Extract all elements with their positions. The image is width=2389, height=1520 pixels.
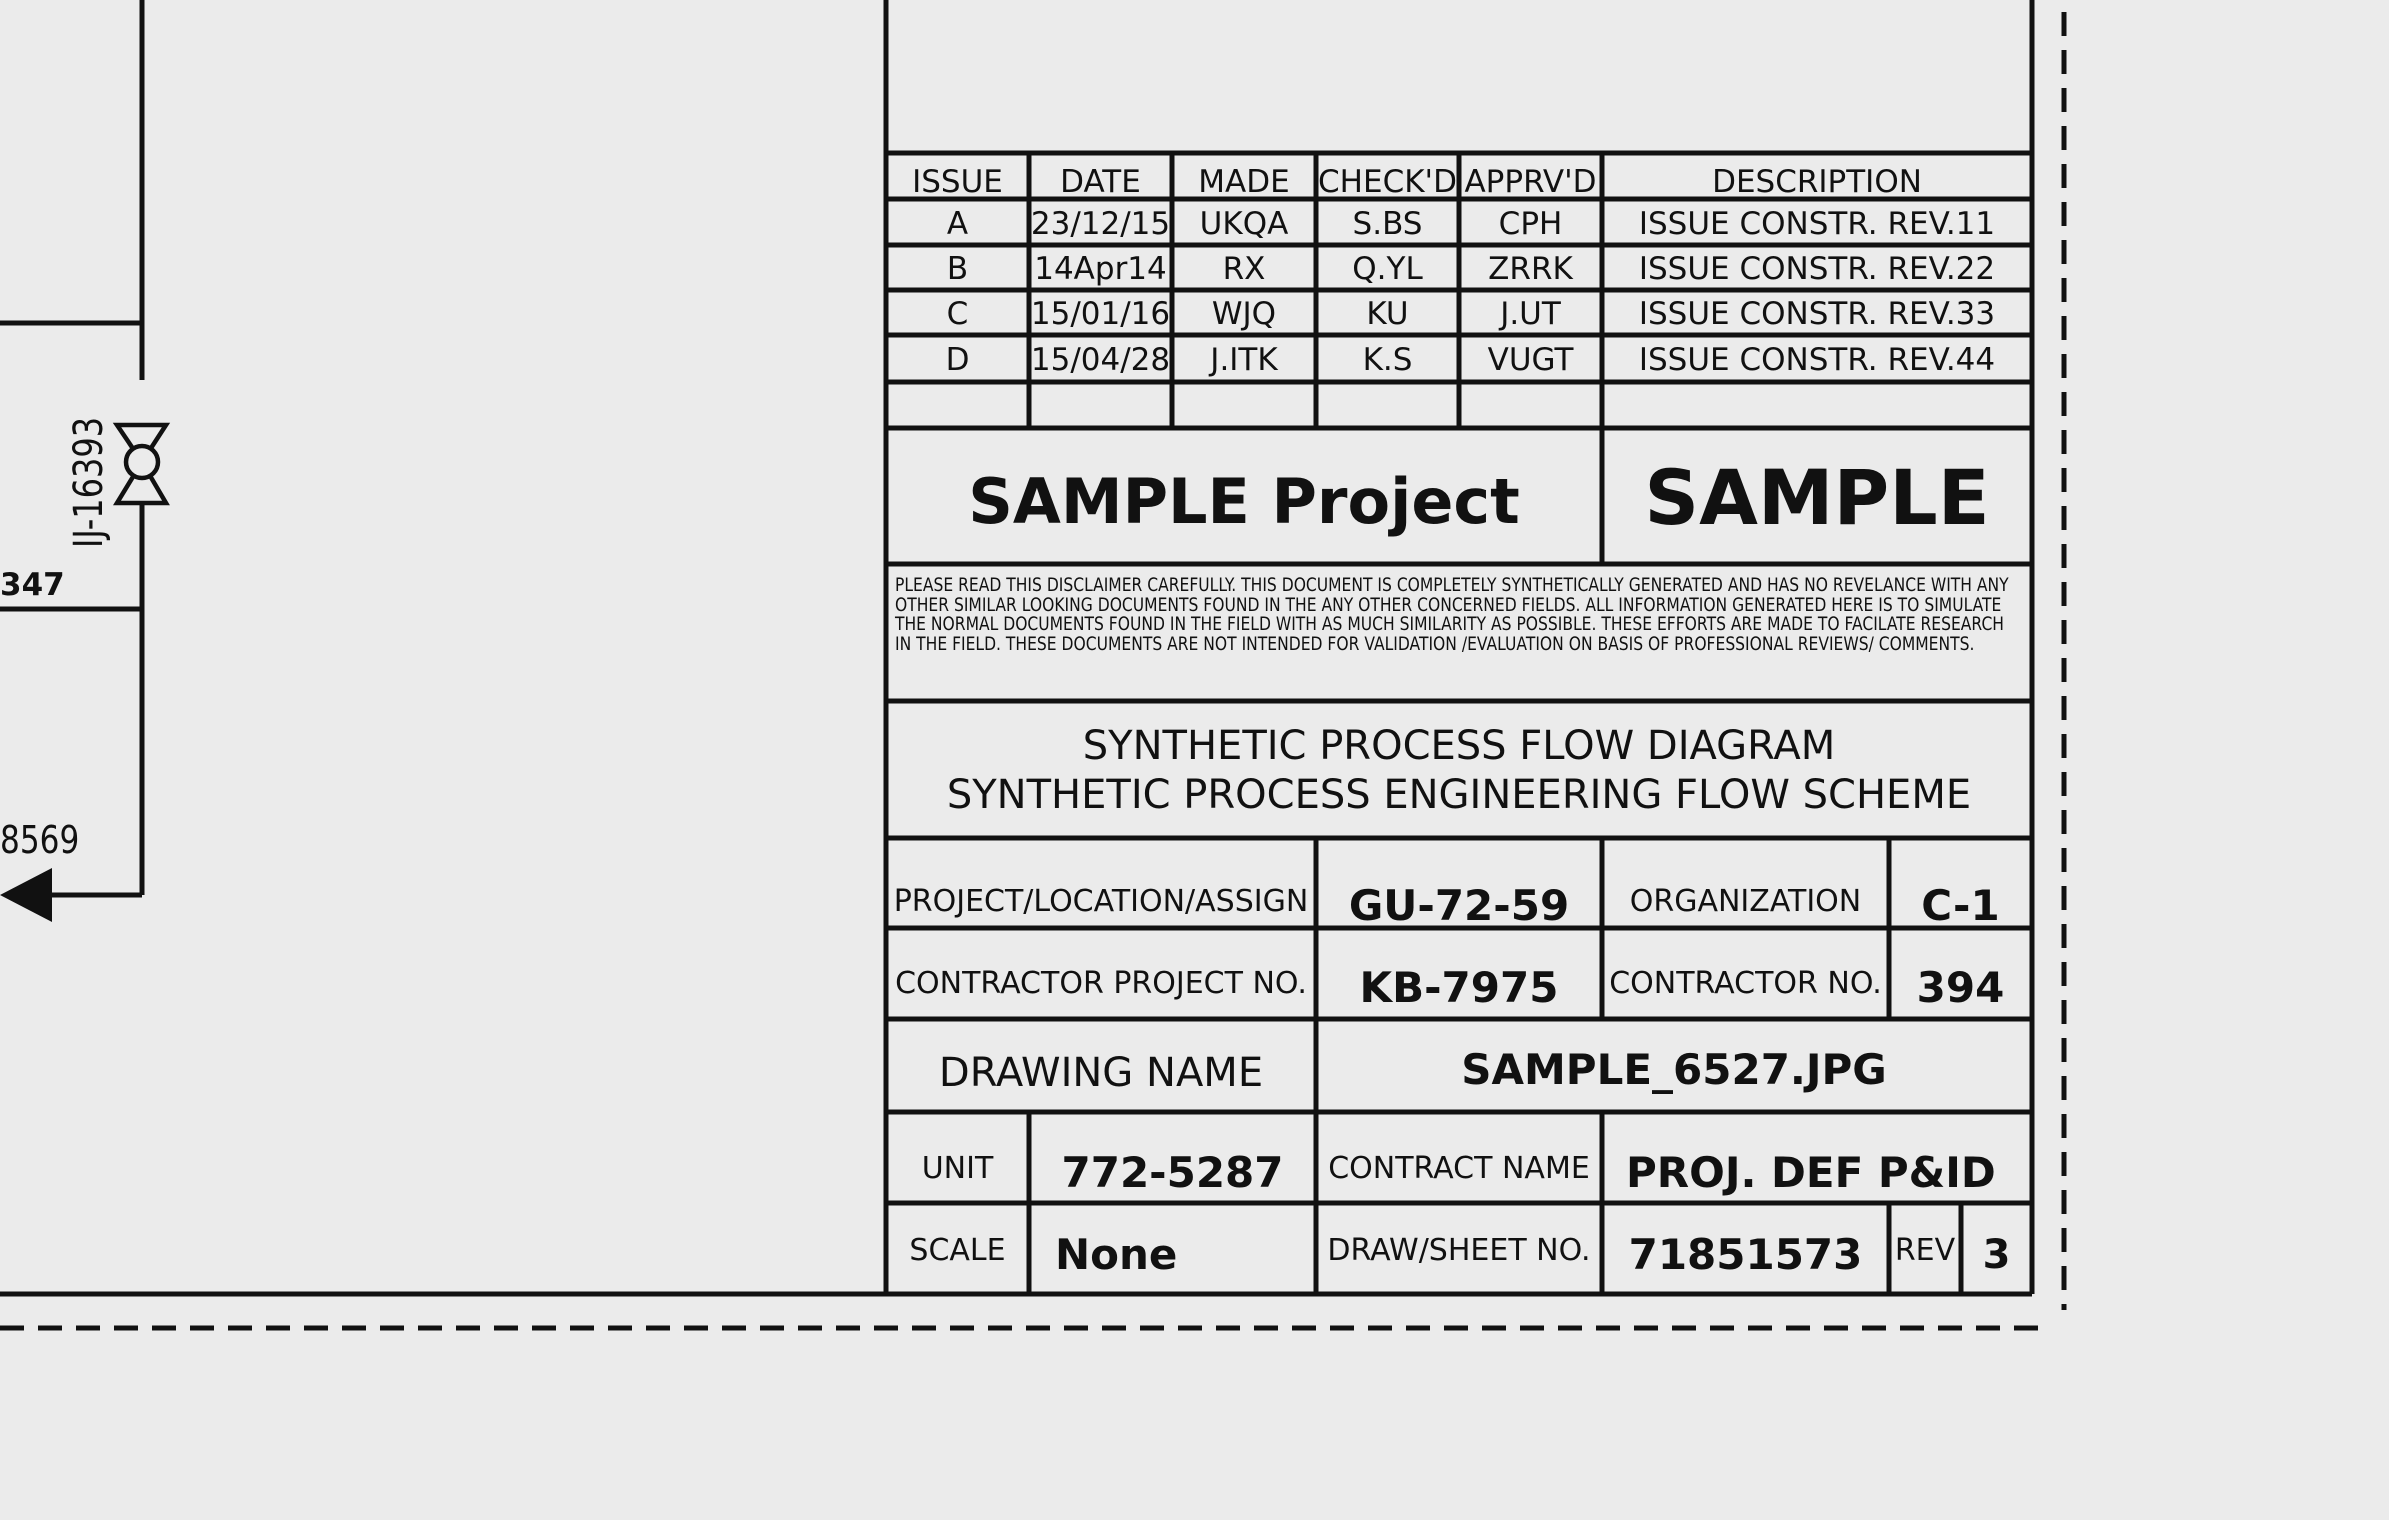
disclaimer-text: PLEASE READ THIS DISCLAIMER CAREFULLY. T… [895, 575, 2009, 655]
rev-cell: ZRRK [1488, 251, 1573, 287]
unit-value: 772-5287 [1061, 1148, 1284, 1197]
rev-cell: ISSUE CONSTR. REV.44 [1638, 341, 1996, 378]
drawing-title-line-1: SYNTHETIC PROCESS FLOW DIAGRAM [1082, 723, 1836, 769]
rev-cell: Q.YL [1352, 251, 1423, 287]
company-name: SAMPLE [1644, 453, 1990, 542]
line-label: 347 [0, 567, 65, 603]
rev-cell: 15/01/16 [1030, 296, 1171, 332]
rev-cell: ISSUE CONSTR. REV.22 [1638, 251, 1996, 287]
flow-arrow-icon [0, 868, 52, 922]
rev-cell: UKQA [1199, 205, 1289, 242]
rev-header-checked: CHECK'D [1318, 163, 1457, 200]
rev-cell: ISSUE CONSTR. REV.11 [1638, 205, 1996, 242]
rev-cell: 23/12/15 [1030, 205, 1171, 242]
rev-cell: B [946, 251, 969, 287]
rev-cell: J.UT [1500, 296, 1561, 332]
rev-cell: C [946, 296, 969, 332]
project-location-value: GU-72-59 [1348, 881, 1570, 930]
line-label: 8569 [0, 818, 80, 862]
rev-cell: S.BS [1352, 205, 1423, 242]
contractor-project-value: KB-7975 [1359, 963, 1559, 1012]
rev-cell: VUGT [1487, 341, 1574, 378]
project-title: SAMPLE Project [968, 465, 1520, 538]
drawing-name-value: SAMPLE_6527.JPG [1461, 1045, 1887, 1094]
drawing-title-line-2: SYNTHETIC PROCESS ENGINEERING FLOW SCHEM… [946, 772, 1972, 818]
rev-cell: RX [1222, 251, 1266, 287]
contract-name-label: CONTRACT NAME [1328, 1151, 1590, 1186]
sheet-no-label: DRAW/SHEET NO. [1327, 1233, 1591, 1268]
rev-cell: J.ITK [1210, 341, 1278, 378]
sheet-no-value: 71851573 [1628, 1230, 1863, 1279]
rev-header-issue: ISSUE [912, 163, 1003, 200]
rev-cell: WJQ [1211, 296, 1277, 332]
rev-cell: D [945, 341, 970, 378]
valve-tag-label: IJ-16393 [66, 416, 112, 548]
contract-name-value: PROJ. DEF P&ID [1626, 1148, 1996, 1197]
rev-value: 3 [1982, 1232, 2011, 1278]
rev-cell: K.S [1362, 341, 1413, 378]
contractor-project-label: CONTRACTOR PROJECT NO. [895, 966, 1307, 1001]
gate-valve-icon [112, 422, 171, 506]
rev-header-made: MADE [1198, 163, 1290, 200]
rev-cell: A [946, 205, 969, 242]
scale-label: SCALE [909, 1233, 1006, 1268]
contractor-no-label: CONTRACTOR NO. [1609, 966, 1882, 1001]
rev-label: REV [1894, 1233, 1956, 1268]
organization-value: C-1 [1921, 881, 2000, 930]
rev-cell: 14Apr14 [1034, 251, 1167, 287]
rev-cell: 15/04/28 [1030, 341, 1171, 378]
project-location-label: PROJECT/LOCATION/ASSIGN [893, 884, 1309, 919]
organization-label: ORGANIZATION [1629, 884, 1862, 919]
rev-cell: CPH [1498, 205, 1563, 242]
scale-value: None [1055, 1230, 1178, 1279]
rev-header-approved: APPRV'D [1464, 163, 1597, 200]
drawing-name-label: DRAWING NAME [938, 1050, 1264, 1096]
rev-cell: ISSUE CONSTR. REV.33 [1638, 296, 1996, 332]
unit-label: UNIT [921, 1151, 994, 1186]
contractor-no-value: 394 [1916, 963, 2005, 1012]
rev-header-date: DATE [1060, 163, 1141, 200]
rev-cell: KU [1366, 296, 1409, 332]
rev-header-description: DESCRIPTION [1712, 163, 1922, 200]
